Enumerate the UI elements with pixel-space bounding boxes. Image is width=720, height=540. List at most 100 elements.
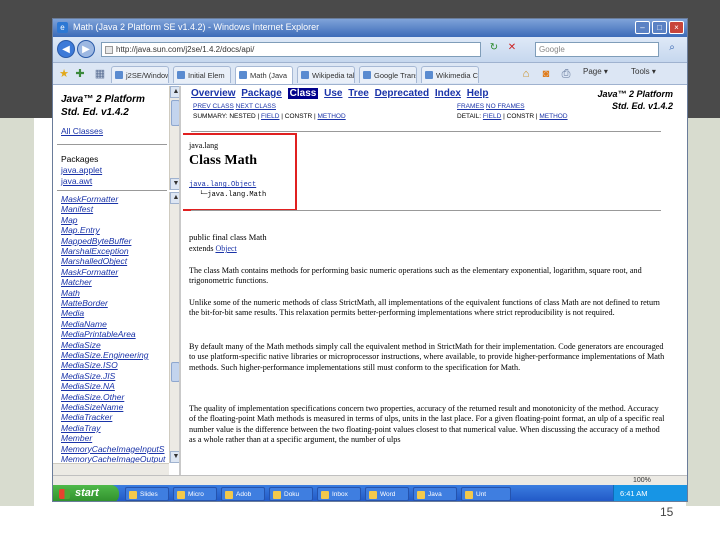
- class-list-link[interactable]: Map: [61, 215, 78, 225]
- search-input[interactable]: Google: [535, 42, 659, 57]
- class-list-link[interactable]: MediaSize.Engineering: [61, 350, 148, 360]
- tab-5[interactable]: Google Trans: [359, 66, 417, 83]
- tab-page-icon: [301, 71, 309, 79]
- app-icon: [369, 491, 377, 499]
- feeds-icon[interactable]: ◙: [539, 67, 553, 81]
- search-icon[interactable]: ⌕: [663, 42, 681, 57]
- class-list-link[interactable]: Math: [61, 288, 80, 298]
- add-favorites-icon[interactable]: ✚: [73, 67, 87, 81]
- left-divider: [57, 144, 167, 145]
- print-icon[interactable]: ⎙: [559, 67, 573, 81]
- taskbar-item[interactable]: Adob: [221, 487, 265, 501]
- class-list-link[interactable]: Matcher: [61, 277, 92, 287]
- class-list-link[interactable]: Member: [61, 433, 92, 443]
- taskbar-item[interactable]: Unt: [461, 487, 511, 501]
- back-button[interactable]: ◀: [57, 40, 75, 58]
- title-bar[interactable]: e Math (Java 2 Platform SE v1.4.2) - Win…: [53, 19, 687, 37]
- nav-overview-link[interactable]: Overview: [191, 88, 235, 99]
- clock[interactable]: 6:41 AM: [620, 489, 648, 498]
- nav-use-link[interactable]: Use: [324, 88, 342, 99]
- class-list-link[interactable]: MediaSize.ISO: [61, 360, 118, 370]
- zoom-level[interactable]: 100%: [633, 477, 651, 484]
- classes-scrollbar[interactable]: ▲ ▼: [169, 192, 179, 463]
- class-list-link[interactable]: MediaSize.Other: [61, 392, 124, 402]
- page-menu[interactable]: Page ▾: [583, 67, 608, 76]
- class-list-link[interactable]: MediaSize.NA: [61, 381, 115, 391]
- next-class-link[interactable]: NEXT CLASS: [236, 103, 276, 110]
- class-list-link[interactable]: MemoryCacheImageInputS: [61, 444, 164, 454]
- tools-menu[interactable]: Tools ▾: [631, 67, 656, 76]
- frames-nav: FRAMES NO FRAMES: [457, 103, 525, 110]
- favorites-star-icon[interactable]: ★: [57, 67, 71, 81]
- no-frames-link[interactable]: NO FRAMES: [486, 103, 525, 110]
- start-button[interactable]: start: [53, 485, 119, 501]
- tab-2[interactable]: Initial Elem: [173, 66, 231, 83]
- class-list-link[interactable]: MediaTray: [61, 423, 101, 433]
- class-list-link[interactable]: MaskFormatter: [61, 194, 118, 204]
- class-list-link[interactable]: MarshalledObject: [61, 256, 127, 266]
- class-list-link[interactable]: MediaTracker: [61, 412, 112, 422]
- close-button[interactable]: ×: [669, 21, 684, 34]
- detail-method-link[interactable]: METHOD: [539, 113, 567, 120]
- class-list-link[interactable]: MediaSizeName: [61, 402, 123, 412]
- scroll-thumb[interactable]: [171, 362, 179, 382]
- minimize-button[interactable]: –: [635, 21, 650, 34]
- nav-index-link[interactable]: Index: [435, 88, 461, 99]
- taskbar-item[interactable]: Word: [365, 487, 409, 501]
- classes-horizontal-scrollbar[interactable]: [53, 463, 169, 475]
- scroll-up-icon[interactable]: ▲: [170, 192, 179, 204]
- summary-field-link[interactable]: FIELD: [261, 113, 279, 120]
- frames-link[interactable]: FRAMES: [457, 103, 484, 110]
- package-link[interactable]: java.applet: [61, 165, 102, 175]
- class-list-link[interactable]: MaskFormatter: [61, 267, 118, 277]
- summary-method-link[interactable]: METHOD: [318, 113, 346, 120]
- taskbar-item[interactable]: Slides: [125, 487, 169, 501]
- nav-deprecated-link[interactable]: Deprecated: [375, 88, 429, 99]
- app-icon: [177, 491, 185, 499]
- class-list-link[interactable]: Map.Entry: [61, 225, 100, 235]
- tab-1[interactable]: j2SE/Window: [111, 66, 169, 83]
- window-title: Math (Java 2 Platform SE v1.4.2) - Windo…: [73, 22, 320, 32]
- home-icon[interactable]: ⌂: [519, 67, 533, 81]
- tab-4[interactable]: Wikipedia tal: [297, 66, 355, 83]
- taskbar-item-label: Word: [380, 491, 396, 498]
- taskbar-item[interactable]: Java: [413, 487, 457, 501]
- scroll-down-icon[interactable]: ▼: [170, 178, 179, 190]
- scroll-down-icon[interactable]: ▼: [170, 451, 179, 463]
- class-list-link[interactable]: MediaPrintableArea: [61, 329, 136, 339]
- all-classes-link[interactable]: All Classes: [61, 126, 103, 136]
- taskbar-item[interactable]: Inbox: [317, 487, 361, 501]
- tab-6[interactable]: Wikimedia Co: [421, 66, 479, 83]
- url-input[interactable]: http://java.sun.com/j2se/1.4.2/docs/api/: [101, 42, 481, 57]
- nav-package-link[interactable]: Package: [241, 88, 282, 99]
- taskbar-item[interactable]: Micro: [173, 487, 217, 501]
- class-list-link[interactable]: MappedByteBuffer: [61, 236, 131, 246]
- extends-class-link[interactable]: Object: [215, 244, 236, 253]
- class-list-link[interactable]: MediaSize: [61, 340, 101, 350]
- status-bar: 100%: [53, 475, 687, 485]
- tab-active[interactable]: Math (Java: [235, 66, 293, 84]
- taskbar-item-label: Unt: [476, 491, 487, 498]
- maximize-button[interactable]: □: [652, 21, 667, 34]
- extends-label: extends: [189, 244, 214, 253]
- stop-icon[interactable]: ✕: [505, 42, 519, 57]
- nav-help-link[interactable]: Help: [467, 88, 489, 99]
- extends-line: extends Object: [189, 244, 237, 253]
- nav-tree-link[interactable]: Tree: [348, 88, 369, 99]
- taskbar-item[interactable]: Doku: [269, 487, 313, 501]
- class-list-link[interactable]: MediaName: [61, 319, 107, 329]
- class-list-link[interactable]: MatteBorder: [61, 298, 108, 308]
- detail-field-link[interactable]: FIELD: [483, 113, 501, 120]
- class-list-link[interactable]: Media: [61, 308, 84, 318]
- scroll-up-icon[interactable]: ▲: [170, 86, 179, 98]
- prev-class-link[interactable]: PREV CLASS: [193, 103, 234, 110]
- forward-button[interactable]: ▶: [77, 40, 95, 58]
- class-list-link[interactable]: MediaSize.JIS: [61, 371, 115, 381]
- scroll-thumb[interactable]: [171, 100, 179, 126]
- class-list-link[interactable]: Manifest: [61, 204, 93, 214]
- refresh-icon[interactable]: ↻: [487, 42, 501, 57]
- tab-list-icon[interactable]: ▦: [93, 67, 107, 81]
- package-link[interactable]: java.awt: [61, 176, 92, 186]
- class-list-link[interactable]: MarshalException: [61, 246, 129, 256]
- packages-scrollbar[interactable]: ▲ ▼: [169, 86, 179, 190]
